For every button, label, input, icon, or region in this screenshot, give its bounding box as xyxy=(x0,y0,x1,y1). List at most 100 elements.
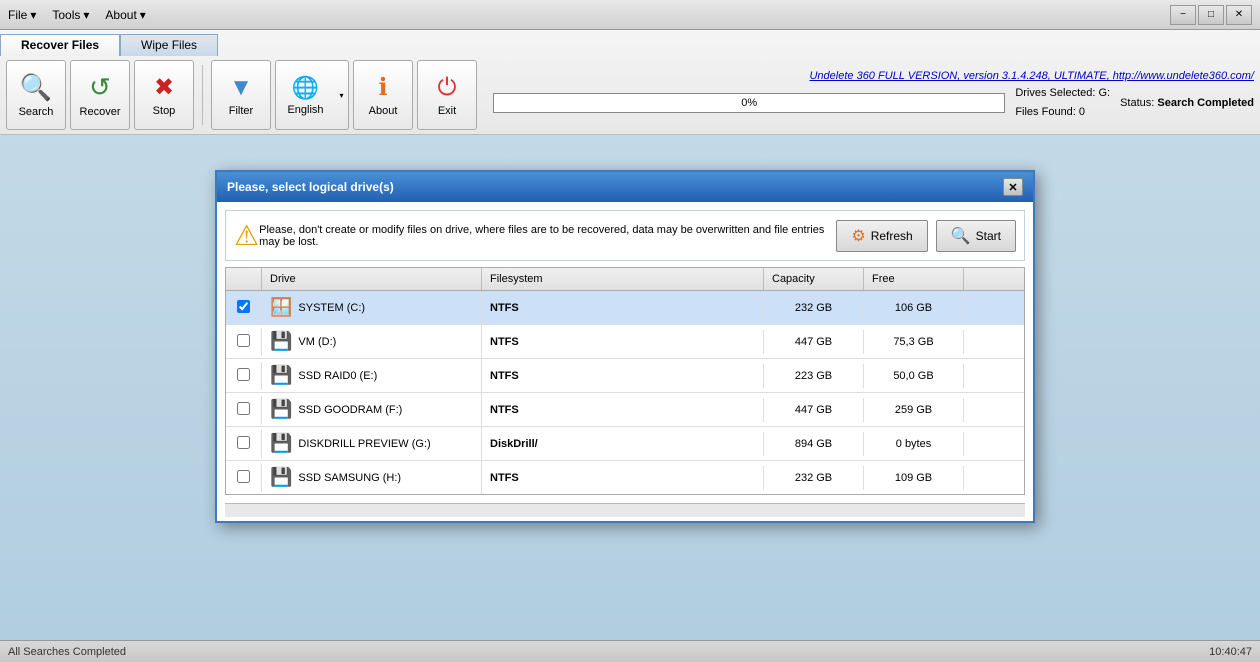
hdd-icon-1: 💾 xyxy=(270,331,292,352)
filter-button[interactable]: ▼ Filter xyxy=(211,60,271,130)
recover-button[interactable]: ↺ Recover xyxy=(70,60,130,130)
refresh-button[interactable]: ⚙ Refresh xyxy=(836,220,927,252)
toolbar-buttons: 🔍 Search ↺ Recover ✖ Stop ▼ Filter 🌐 Eng… xyxy=(0,56,1260,134)
about-button[interactable]: ℹ About xyxy=(353,60,413,130)
hdd-icon-3: 💾 xyxy=(270,399,292,420)
row-capacity-3: 447 GB xyxy=(764,398,864,422)
dialog-scrollbar[interactable] xyxy=(225,503,1025,517)
search-icon: 🔍 xyxy=(20,72,52,103)
row-drive-1: 💾 VM (D:) xyxy=(262,325,482,358)
minimize-button[interactable]: − xyxy=(1170,5,1196,25)
hdd-icon-2: 💾 xyxy=(270,365,292,386)
windows-drive-icon-0: 🪟 xyxy=(270,297,292,318)
dialog-action-buttons: ⚙ Refresh 🔍 Start xyxy=(836,220,1016,252)
row-checkbox-5[interactable] xyxy=(226,464,262,492)
restore-button[interactable]: □ xyxy=(1198,5,1224,25)
drive-checkbox-2[interactable] xyxy=(237,368,250,381)
english-dropdown-arrow[interactable]: ▾ xyxy=(335,60,349,130)
bottom-status-text: All Searches Completed xyxy=(8,646,126,658)
about-icon: ℹ xyxy=(378,73,387,102)
col-filesystem: Filesystem xyxy=(482,268,764,290)
row-drive-5: 💾 SSD SAMSUNG (H:) xyxy=(262,461,482,494)
close-button[interactable]: ✕ xyxy=(1226,5,1252,25)
drive-checkbox-4[interactable] xyxy=(237,436,250,449)
hdd-icon-5: 💾 xyxy=(270,467,292,488)
row-fs-1: NTFS xyxy=(482,330,764,354)
row-capacity-4: 894 GB xyxy=(764,432,864,456)
tab-wipe-files[interactable]: Wipe Files xyxy=(120,34,218,56)
row-fs-5: NTFS xyxy=(482,466,764,490)
row-capacity-2: 223 GB xyxy=(764,364,864,388)
toolbar-tabs: Recover Files Wipe Files xyxy=(0,30,1260,56)
row-checkbox-1[interactable] xyxy=(226,328,262,356)
row-fs-4: DiskDrill/ xyxy=(482,432,764,456)
row-free-4: 0 bytes xyxy=(864,432,964,456)
row-extra-0 xyxy=(964,302,1024,314)
refresh-label: Refresh xyxy=(871,229,913,243)
warning-icon: ⚠ xyxy=(234,219,259,252)
row-checkbox-0[interactable] xyxy=(226,294,262,322)
drive-checkbox-3[interactable] xyxy=(237,402,250,415)
drives-selected: Drives Selected: G: xyxy=(1015,84,1110,103)
drive-checkbox-0[interactable] xyxy=(237,300,250,313)
menu-about[interactable]: About ▾ xyxy=(105,8,145,22)
row-free-0: 106 GB xyxy=(864,296,964,320)
drive-cell-3: 💾 SSD GOODRAM (F:) xyxy=(270,399,473,420)
dialog-warning-bar: ⚠ Please, don't create or modify files o… xyxy=(225,210,1025,261)
drives-table: Drive Filesystem Capacity Free 🪟 SYSTEM … xyxy=(225,267,1025,495)
drive-cell-0: 🪟 SYSTEM (C:) xyxy=(270,297,473,318)
menu-tools[interactable]: Tools ▾ xyxy=(52,8,89,22)
drive-checkbox-1[interactable] xyxy=(237,334,250,347)
language-icon: 🌐 xyxy=(292,75,319,101)
drive-select-dialog: Please, select logical drive(s) ✕ ⚠ Plea… xyxy=(215,170,1035,523)
warning-text: Please, don't create or modify files on … xyxy=(259,224,836,248)
start-button[interactable]: 🔍 Start xyxy=(936,220,1016,252)
exit-button[interactable]: ⏻ Exit xyxy=(417,60,477,130)
status-value: Search Completed xyxy=(1157,97,1254,109)
stop-label: Stop xyxy=(153,105,176,117)
tab-recover-files[interactable]: Recover Files xyxy=(0,34,120,56)
col-drive: Drive xyxy=(262,268,482,290)
english-button[interactable]: 🌐 English xyxy=(275,60,335,130)
drive-cell-5: 💾 SSD SAMSUNG (H:) xyxy=(270,467,473,488)
version-link[interactable]: Undelete 360 FULL VERSION, version 3.1.4… xyxy=(809,70,1254,82)
search-label: Search xyxy=(19,106,54,118)
refresh-icon: ⚙ xyxy=(851,226,865,246)
drive-cell-4: 💾 DISKDRILL PREVIEW (G:) xyxy=(270,433,473,454)
drive-cell-1: 💾 VM (D:) xyxy=(270,331,473,352)
row-extra-5 xyxy=(964,472,1024,484)
drives-files-info: Drives Selected: G: Files Found: 0 xyxy=(1015,84,1110,121)
progress-text: 0% xyxy=(741,97,757,109)
table-row: 💾 SSD SAMSUNG (H:) NTFS 232 GB 109 GB xyxy=(226,461,1024,494)
row-free-1: 75,3 GB xyxy=(864,330,964,354)
status-area: Undelete 360 FULL VERSION, version 3.1.4… xyxy=(481,68,1254,121)
drive-checkbox-5[interactable] xyxy=(237,470,250,483)
start-label: Start xyxy=(976,229,1001,243)
main-toolbar: Recover Files Wipe Files 🔍 Search ↺ Reco… xyxy=(0,30,1260,135)
row-extra-1 xyxy=(964,336,1024,348)
col-capacity: Capacity xyxy=(764,268,864,290)
drive-cell-2: 💾 SSD RAID0 (E:) xyxy=(270,365,473,386)
dialog-title: Please, select logical drive(s) xyxy=(227,180,394,194)
exit-label: Exit xyxy=(438,105,456,117)
recover-label: Recover xyxy=(80,106,121,118)
menu-file[interactable]: File ▾ xyxy=(8,8,36,22)
stop-icon: ✖ xyxy=(154,73,174,102)
menu-bar: File ▾ Tools ▾ About ▾ xyxy=(8,8,146,22)
dialog-close-button[interactable]: ✕ xyxy=(1003,178,1023,196)
progress-bar: 0% xyxy=(493,93,1005,113)
about-label: About xyxy=(369,105,398,117)
filter-icon: ▼ xyxy=(229,74,253,102)
row-extra-4 xyxy=(964,438,1024,450)
row-checkbox-4[interactable] xyxy=(226,430,262,458)
exit-icon: ⏻ xyxy=(438,74,457,102)
row-checkbox-2[interactable] xyxy=(226,362,262,390)
row-extra-2 xyxy=(964,370,1024,382)
row-checkbox-3[interactable] xyxy=(226,396,262,424)
col-checkbox xyxy=(226,268,262,290)
row-fs-0: NTFS xyxy=(482,296,764,320)
stop-button[interactable]: ✖ Stop xyxy=(134,60,194,130)
search-button[interactable]: 🔍 Search xyxy=(6,60,66,130)
version-link-area: Undelete 360 FULL VERSION, version 3.1.4… xyxy=(493,68,1254,82)
status-completed: Status: Search Completed xyxy=(1120,97,1254,109)
